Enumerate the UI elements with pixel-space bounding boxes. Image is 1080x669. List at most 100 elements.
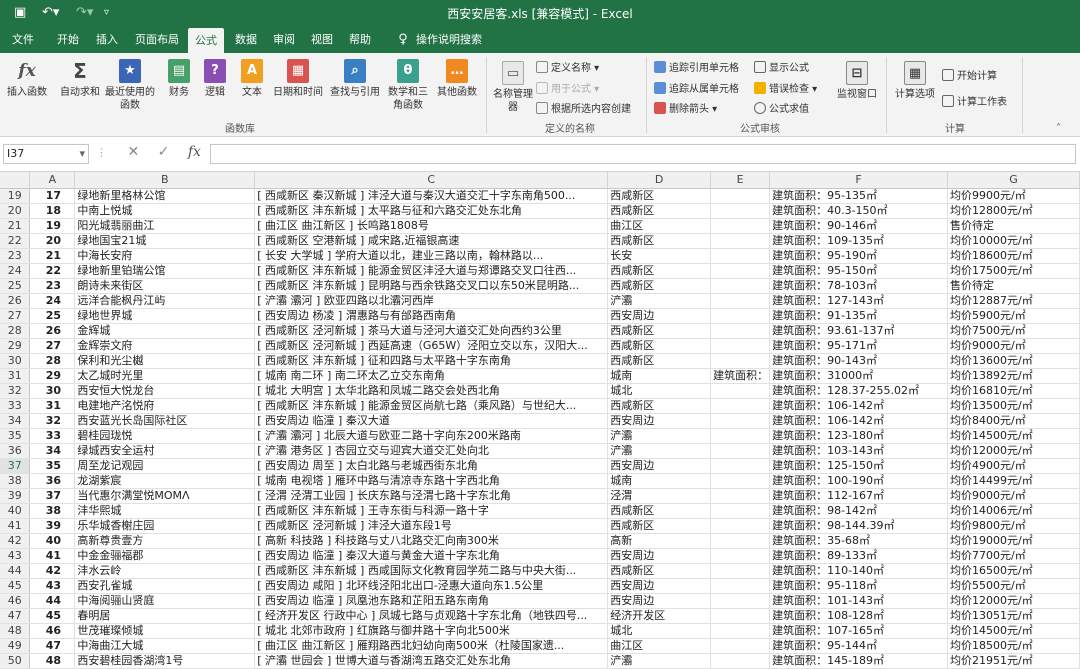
- cell-price[interactable]: 均价9800元/㎡: [947, 518, 1080, 534]
- row-header[interactable]: 35: [0, 428, 31, 444]
- cell-address[interactable]: [ 西咸新区 沣东新城 ] 王寺东街与科源一路十字: [254, 503, 609, 519]
- cell-district[interactable]: 西咸新区: [607, 518, 712, 534]
- tab-formulas[interactable]: 公式: [188, 28, 224, 53]
- cell-price[interactable]: 均价5900元/㎡: [947, 308, 1080, 324]
- row-header[interactable]: 26: [0, 293, 31, 309]
- cell-e[interactable]: [710, 578, 771, 594]
- cell-e[interactable]: [710, 308, 771, 324]
- enter-icon[interactable]: ✓: [158, 144, 170, 160]
- cell-district[interactable]: 西咸新区: [607, 563, 712, 579]
- cell-address[interactable]: [ 西安周边 临潼 ] 凤凰池东路和芷阳五路东南角: [254, 593, 609, 609]
- cell-district[interactable]: 曲江区: [607, 218, 712, 234]
- trace-precedents-button[interactable]: 追踪引用单元格: [654, 59, 739, 74]
- financial-button[interactable]: ▤ 财务: [162, 59, 196, 99]
- cell-project-name[interactable]: 金辉崇文府: [74, 338, 256, 354]
- tab-insert[interactable]: 插入: [90, 26, 124, 53]
- cell-e[interactable]: [710, 518, 771, 534]
- cell-e[interactable]: [710, 353, 771, 369]
- cell-index[interactable]: 39: [29, 518, 76, 534]
- cell-project-name[interactable]: 绿地国宝21城: [74, 233, 256, 249]
- cell-address[interactable]: [ 长安 大学城 ] 学府大道以北，建业三路以南，翰林路以...: [254, 248, 609, 264]
- cell-district[interactable]: 西咸新区: [607, 398, 712, 414]
- cell-project-name[interactable]: 电建地产洺悦府: [74, 398, 256, 414]
- row-header[interactable]: 37: [0, 458, 31, 474]
- create-from-selection-button[interactable]: 根据所选内容创建: [536, 100, 631, 115]
- cell-project-name[interactable]: 绿城西安全运村: [74, 443, 256, 459]
- cell-index[interactable]: 28: [29, 353, 76, 369]
- cell-district[interactable]: 浐灞: [607, 293, 712, 309]
- cell-area[interactable]: 建筑面积：123-180㎡: [769, 428, 949, 444]
- math-trig-button[interactable]: θ 数学和三角函数: [384, 59, 432, 112]
- cell-address[interactable]: [ 曲江区 曲江新区 ] 长鸣路1808号: [254, 218, 609, 234]
- cell-area[interactable]: 建筑面积：103-143㎡: [769, 443, 949, 459]
- cell-index[interactable]: 18: [29, 203, 76, 219]
- cell-address[interactable]: [ 城北 北郊市政府 ] 红旗路与御井路十字向北500米: [254, 623, 609, 639]
- cell-e[interactable]: [710, 323, 771, 339]
- cell-e[interactable]: [710, 233, 771, 249]
- cell-area[interactable]: 建筑面积：128.37-255.02㎡: [769, 383, 949, 399]
- select-all-corner[interactable]: [0, 172, 31, 189]
- tab-review[interactable]: 审阅: [268, 26, 300, 53]
- column-header[interactable]: A: [29, 172, 76, 189]
- cell-address[interactable]: [ 浐灞 灞河 ] 欧亚四路以北灞河西岸: [254, 293, 609, 309]
- cell-project-name[interactable]: 西安孔雀城: [74, 578, 256, 594]
- cell-price[interactable]: 均价14006元/㎡: [947, 503, 1080, 519]
- cell-district[interactable]: 西咸新区: [607, 263, 712, 279]
- cell-index[interactable]: 25: [29, 308, 76, 324]
- cell-district[interactable]: 西咸新区: [607, 323, 712, 339]
- cell-area[interactable]: 建筑面积：106-142㎡: [769, 398, 949, 414]
- cell-district[interactable]: 曲江区: [607, 638, 712, 654]
- cell-address[interactable]: [ 浐灞 港务区 ] 杏园立交与迎宾大道交汇处向北: [254, 443, 609, 459]
- cell-index[interactable]: 24: [29, 293, 76, 309]
- cell-price[interactable]: 均价12800元/㎡: [947, 203, 1080, 219]
- cell-area[interactable]: 建筑面积：95-135㎡: [769, 188, 949, 204]
- cell-district[interactable]: 浐灞: [607, 443, 712, 459]
- tab-home[interactable]: 开始: [52, 26, 84, 53]
- cell-area[interactable]: 建筑面积：93.61-137㎡: [769, 323, 949, 339]
- row-header[interactable]: 23: [0, 248, 31, 264]
- cell-project-name[interactable]: 绿地世界城: [74, 308, 256, 324]
- cell-area[interactable]: 建筑面积：127-143㎡: [769, 293, 949, 309]
- cell-area[interactable]: 建筑面积：112-167㎡: [769, 488, 949, 504]
- cell-project-name[interactable]: 保利和光尘樾: [74, 353, 256, 369]
- cell-project-name[interactable]: 中海阅骊山贤庭: [74, 593, 256, 609]
- tab-data[interactable]: 数据: [230, 26, 262, 53]
- cell-price[interactable]: 均价7500元/㎡: [947, 323, 1080, 339]
- row-header[interactable]: 47: [0, 608, 31, 624]
- cell-district[interactable]: 西安周边: [607, 413, 712, 429]
- cell-project-name[interactable]: 春明居: [74, 608, 256, 624]
- cell-area[interactable]: 建筑面积：100-190㎡: [769, 473, 949, 489]
- cell-address[interactable]: [ 经济开发区 行政中心 ] 凤城七路与贞观路十字东北角（地铁四号...: [254, 608, 609, 624]
- error-checking-button[interactable]: 错误检查 ▾: [754, 80, 817, 95]
- cell-e[interactable]: [710, 203, 771, 219]
- cell-district[interactable]: 泾渭: [607, 488, 712, 504]
- insert-function-icon[interactable]: fx: [188, 144, 201, 160]
- define-name-button[interactable]: 定义名称 ▾: [536, 59, 599, 74]
- cell-e[interactable]: [710, 413, 771, 429]
- row-header[interactable]: 46: [0, 593, 31, 609]
- cell-project-name[interactable]: 阳光城翡丽曲江: [74, 218, 256, 234]
- cell-address[interactable]: [ 曲江区 曲江新区 ] 雁翔路西北妇幼向南500米（杜陵国家遗...: [254, 638, 609, 654]
- cell-address[interactable]: [ 西安周边 临潼 ] 秦汉大道: [254, 413, 609, 429]
- cell-e[interactable]: [710, 278, 771, 294]
- cell-price[interactable]: 均价18500元/㎡: [947, 638, 1080, 654]
- column-header[interactable]: F: [769, 172, 949, 189]
- cell-price[interactable]: 均价16810元/㎡: [947, 383, 1080, 399]
- cell-index[interactable]: 35: [29, 458, 76, 474]
- row-header[interactable]: 39: [0, 488, 31, 504]
- column-header[interactable]: C: [254, 172, 609, 189]
- cell-e[interactable]: 建筑面积：: [710, 368, 771, 384]
- cell-price[interactable]: 均价9900元/㎡: [947, 188, 1080, 204]
- cell-e[interactable]: [710, 638, 771, 654]
- cell-e[interactable]: [710, 533, 771, 549]
- row-header[interactable]: 38: [0, 473, 31, 489]
- cell-area[interactable]: 建筑面积：89-133㎡: [769, 548, 949, 564]
- calc-options-button[interactable]: ▦ 计算选项: [892, 61, 938, 101]
- tab-page-layout[interactable]: 页面布局: [130, 26, 184, 53]
- cell-price[interactable]: 均价14500元/㎡: [947, 623, 1080, 639]
- cell-area[interactable]: 建筑面积：95-144㎡: [769, 638, 949, 654]
- cell-project-name[interactable]: 远洋合能枫丹江屿: [74, 293, 256, 309]
- column-header[interactable]: G: [947, 172, 1080, 189]
- cell-e[interactable]: [710, 548, 771, 564]
- cell-area[interactable]: 建筑面积：95-150㎡: [769, 263, 949, 279]
